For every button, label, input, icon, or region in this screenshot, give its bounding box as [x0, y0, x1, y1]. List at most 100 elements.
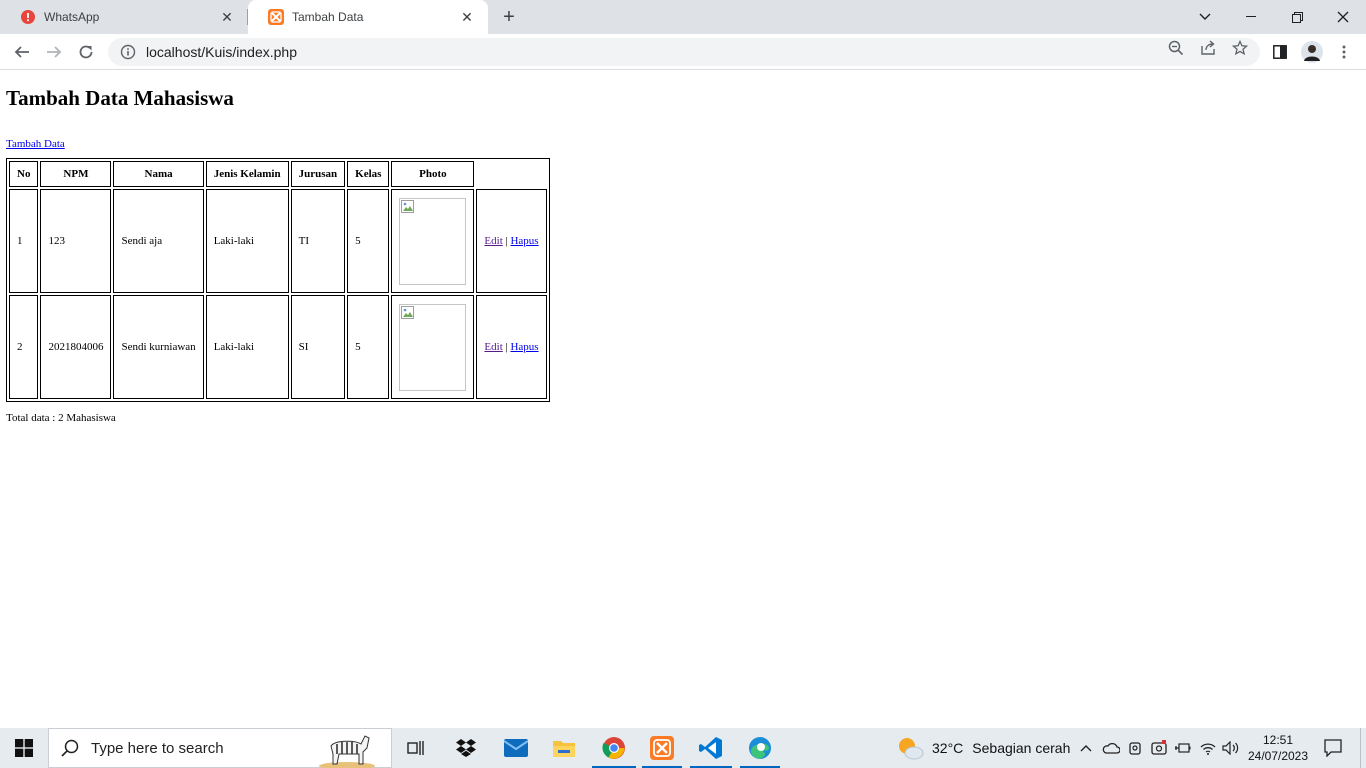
- clock[interactable]: 12:51 24/07/2023: [1238, 732, 1318, 764]
- cell-photo: [391, 189, 475, 293]
- student-photo: [399, 303, 467, 391]
- cell-npm: 123: [40, 189, 112, 293]
- cell-jurusan: TI: [290, 189, 346, 293]
- menu-kebab-icon[interactable]: [1330, 38, 1358, 66]
- zoom-icon[interactable]: [1168, 40, 1184, 56]
- clock-time: 12:51: [1262, 733, 1294, 747]
- cell-nama: Sendi aja: [113, 189, 204, 293]
- header-kelas: Kelas: [347, 161, 390, 187]
- table-row: 1 123 Sendi aja Laki-laki TI 5 Edit | Ha…: [9, 189, 547, 293]
- forward-button[interactable]: [40, 38, 68, 66]
- task-view-button[interactable]: [396, 728, 436, 768]
- cell-jenis-kelamin: Laki-laki: [205, 295, 289, 399]
- clock-date: 24/07/2023: [1247, 749, 1309, 763]
- folder-icon: [553, 741, 575, 757]
- taskbar: Type here to search 32°C Sebagian cerah: [0, 728, 1366, 768]
- search-placeholder: Type here to search: [91, 739, 224, 757]
- student-table: No NPM Nama Jenis Kelamin Jurusan Kelas …: [6, 158, 550, 402]
- header-no: No: [9, 161, 39, 187]
- dropbox-button[interactable]: [446, 728, 486, 768]
- edge-button[interactable]: [738, 728, 782, 768]
- show-desktop-button[interactable]: [1360, 728, 1366, 768]
- cell-jurusan: SI: [290, 295, 346, 399]
- mail-button[interactable]: [496, 728, 536, 768]
- weather-widget[interactable]: 32°C Sebagian cerah: [896, 728, 1076, 768]
- tab-search-icon[interactable]: [1182, 0, 1228, 34]
- onedrive-tray[interactable]: [1100, 728, 1122, 768]
- delete-link[interactable]: Hapus: [510, 235, 538, 247]
- chevron-up-icon: [1080, 745, 1092, 752]
- restore-button[interactable]: [1274, 0, 1320, 34]
- side-panel-icon[interactable]: [1266, 38, 1294, 66]
- close-tab-icon[interactable]: ✕: [458, 8, 476, 26]
- action-separator: |: [505, 341, 508, 353]
- edge-icon: [749, 737, 771, 759]
- broken-image-icon: [401, 199, 415, 213]
- screen-capture-tray[interactable]: [1148, 728, 1170, 768]
- tab-tambah-data[interactable]: Tambah Data ✕: [248, 0, 488, 34]
- meet-now-tray[interactable]: [1124, 728, 1146, 768]
- address-bar[interactable]: [108, 38, 1260, 66]
- new-tab-button[interactable]: +: [498, 6, 520, 28]
- battery-tray[interactable]: [1172, 728, 1194, 768]
- vscode-button[interactable]: [688, 728, 734, 768]
- camera-icon: [1129, 742, 1141, 755]
- url-input[interactable]: [146, 44, 1046, 60]
- wifi-icon: [1200, 743, 1216, 755]
- snip-icon: [1151, 740, 1167, 755]
- tab-whatsapp[interactable]: WhatsApp ✕: [0, 0, 248, 34]
- minimize-button[interactable]: [1228, 0, 1274, 34]
- cell-photo: [391, 295, 475, 399]
- header-npm: NPM: [40, 161, 112, 187]
- page-content: Tambah Data Mahasiswa Tambah Data No NPM…: [6, 71, 1360, 727]
- cell-kelas: 5: [347, 295, 390, 399]
- broken-image-icon: [401, 305, 415, 319]
- partly-sunny-icon: [899, 738, 924, 760]
- back-button[interactable]: [8, 38, 36, 66]
- table-row: 2 2021804006 Sendi kurniawan Laki-laki S…: [9, 295, 547, 399]
- file-explorer-button[interactable]: [544, 728, 584, 768]
- network-tray[interactable]: [1196, 728, 1220, 768]
- notifications-button[interactable]: [1318, 728, 1348, 768]
- chrome-button[interactable]: [590, 728, 638, 768]
- cloud-icon: [1102, 742, 1120, 754]
- dropbox-icon: [456, 739, 476, 757]
- notification-icon: [1324, 739, 1342, 757]
- search-icon: [61, 739, 79, 757]
- edit-link[interactable]: Edit: [484, 235, 502, 247]
- close-window-button[interactable]: [1320, 0, 1366, 34]
- table-header-row: No NPM Nama Jenis Kelamin Jurusan Kelas …: [9, 161, 547, 187]
- total-count: Total data : 2 Mahasiswa: [6, 412, 116, 424]
- cell-no: 2: [9, 295, 39, 399]
- cell-kelas: 5: [347, 189, 390, 293]
- share-icon[interactable]: [1200, 40, 1216, 56]
- header-nama: Nama: [113, 161, 204, 187]
- cell-actions: Edit | Hapus: [476, 295, 547, 399]
- mail-icon: [504, 739, 528, 757]
- vscode-icon: [699, 737, 722, 759]
- zebra-icon: [319, 735, 375, 768]
- battery-plug-icon: [1175, 743, 1191, 753]
- bookmark-star-icon[interactable]: [1232, 40, 1248, 56]
- edit-link[interactable]: Edit: [484, 341, 502, 353]
- student-photo: [399, 197, 467, 285]
- reload-button[interactable]: [72, 38, 100, 66]
- show-hidden-icons-button[interactable]: [1076, 728, 1096, 768]
- taskbar-search[interactable]: Type here to search: [48, 728, 392, 768]
- profile-avatar[interactable]: [1298, 38, 1326, 66]
- close-tab-icon[interactable]: ✕: [218, 8, 236, 26]
- task-view-icon: [407, 741, 424, 755]
- xampp-button[interactable]: [640, 728, 684, 768]
- browser-toolbar: [0, 34, 1366, 70]
- delete-link[interactable]: Hapus: [510, 341, 538, 353]
- windows-icon: [15, 739, 33, 757]
- chrome-icon: [602, 737, 625, 759]
- add-data-link[interactable]: Tambah Data: [6, 138, 65, 150]
- tab-strip: WhatsApp ✕ Tambah Data ✕ +: [0, 0, 1366, 34]
- weather-desc: Sebagian cerah: [972, 740, 1071, 756]
- cell-npm: 2021804006: [40, 295, 112, 399]
- tab-title: Tambah Data: [292, 10, 364, 24]
- site-info-icon[interactable]: [120, 44, 136, 60]
- page-title: Tambah Data Mahasiswa: [6, 86, 234, 110]
- start-button[interactable]: [0, 728, 48, 768]
